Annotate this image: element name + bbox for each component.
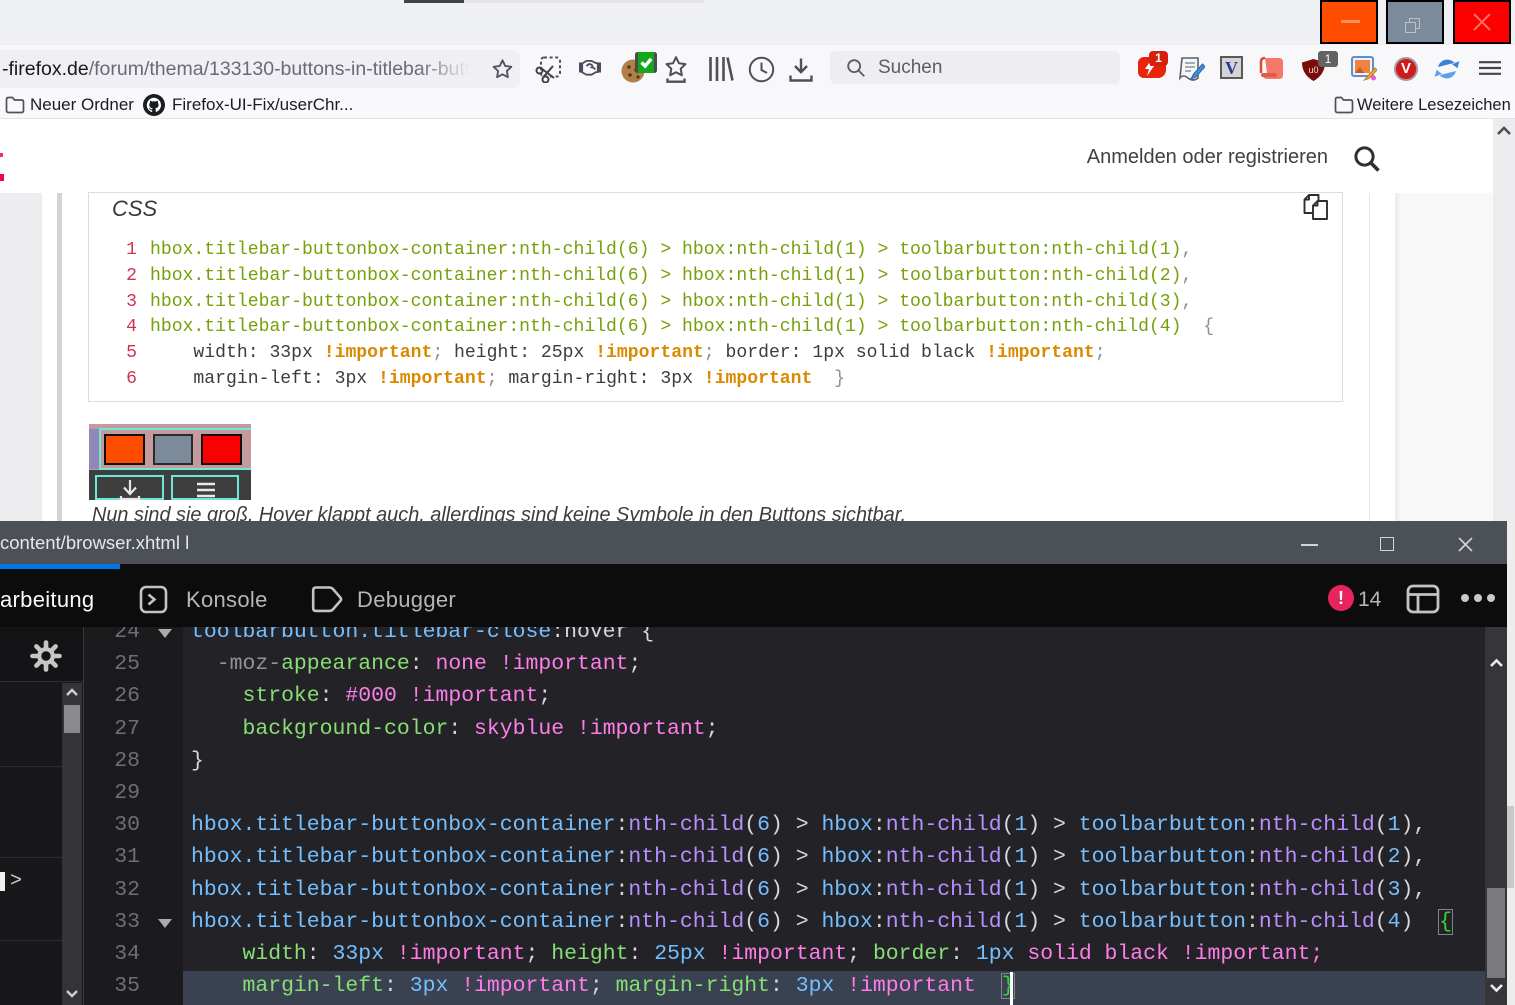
- svg-text:u0: u0: [1308, 65, 1318, 75]
